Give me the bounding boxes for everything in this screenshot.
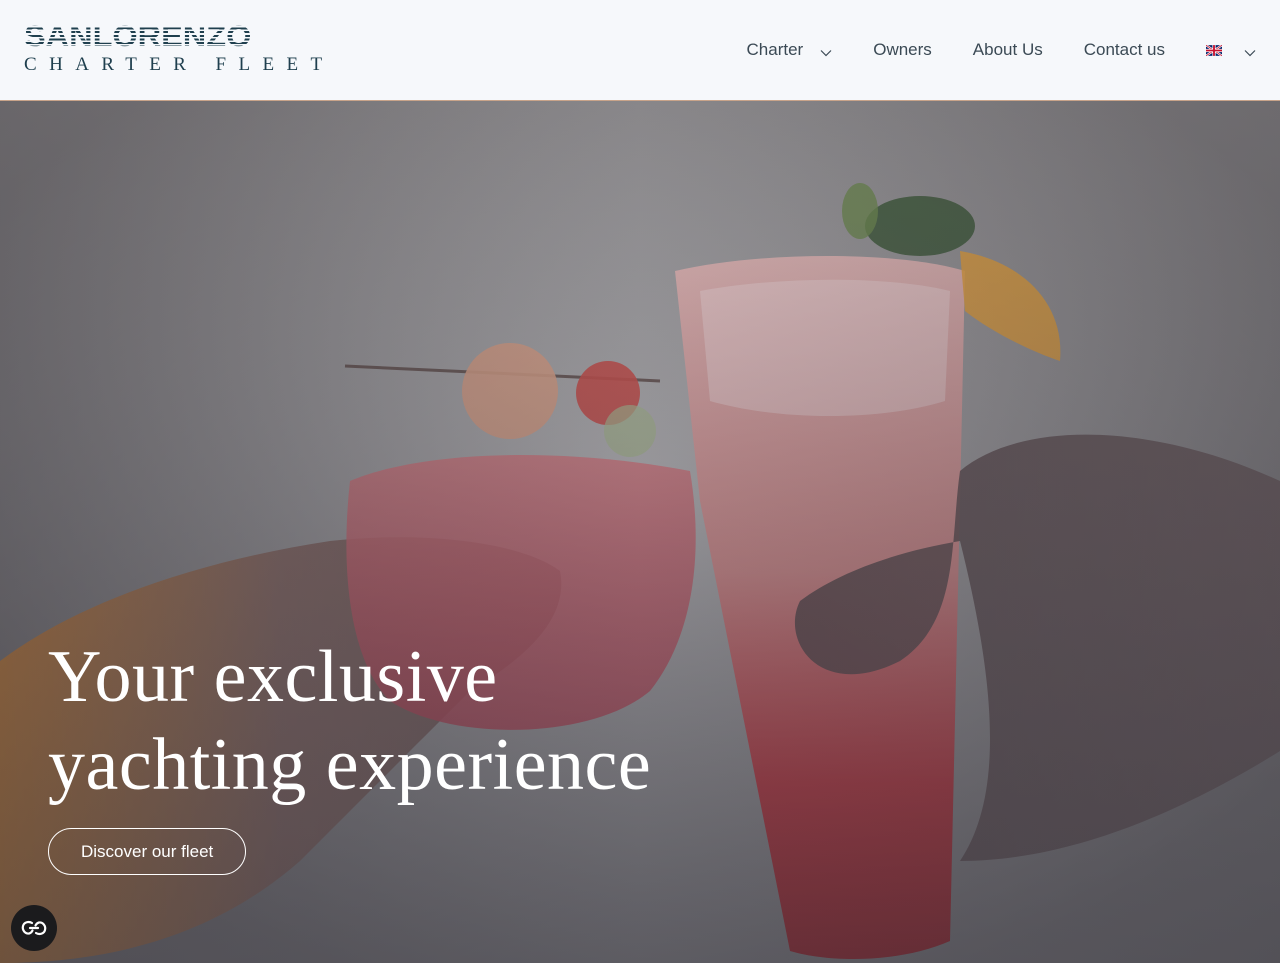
nav-item-label: About Us <box>972 40 1043 59</box>
hero-title: Your exclusive yachting experience <box>48 633 808 809</box>
chevron-down-icon <box>1244 49 1256 56</box>
brand-subtitle: CHARTER FLEET <box>24 54 335 75</box>
nav-item-contact-us[interactable]: Contact us <box>1084 40 1165 60</box>
accessibility-button[interactable] <box>11 905 57 951</box>
nav-item-label: Contact us <box>1083 40 1165 59</box>
language-selector[interactable] <box>1206 44 1256 57</box>
nav-item-label: Owners <box>873 40 932 59</box>
accessibility-icon <box>21 920 47 936</box>
hero-title-line-2: yachting experience <box>48 724 652 806</box>
nav-item-charter[interactable]: Charter <box>747 40 833 60</box>
discover-fleet-button[interactable]: Discover our fleet <box>48 828 247 875</box>
brand-name: SANLORENZO <box>24 23 360 52</box>
hero-title-line-1: Your exclusive <box>48 636 498 718</box>
nav-item-label: Charter <box>746 40 804 59</box>
chevron-down-icon <box>820 49 832 56</box>
uk-flag-icon <box>1206 44 1222 56</box>
brand-logo[interactable]: SANLORENZO CHARTER FLEET <box>24 23 335 76</box>
site-header: SANLORENZO CHARTER FLEET Charter Owners … <box>0 0 1280 101</box>
hero-section: Your exclusive yachting experience Disco… <box>0 101 1280 963</box>
nav-item-owners[interactable]: Owners <box>873 40 932 60</box>
main-nav: Charter Owners About Us Contact us <box>747 0 1256 100</box>
nav-item-about-us[interactable]: About Us <box>973 40 1043 60</box>
